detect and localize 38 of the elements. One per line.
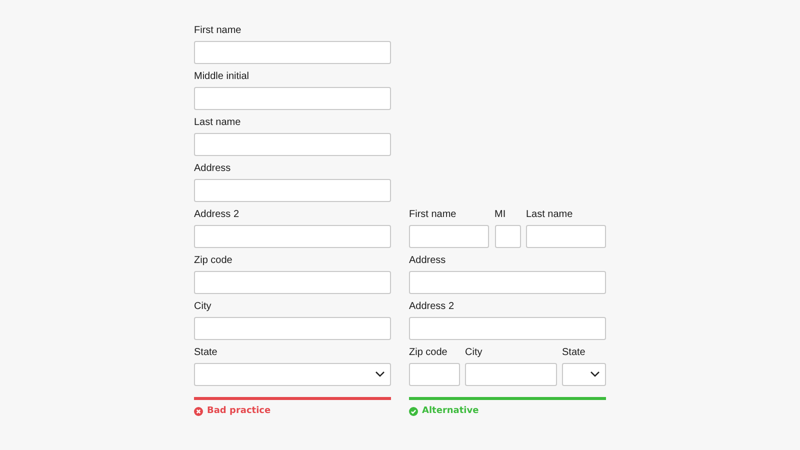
field-label: City <box>194 300 212 314</box>
check-circle-icon <box>409 406 418 416</box>
input-field[interactable] <box>194 178 391 202</box>
field-label: Middle initial <box>194 70 250 84</box>
field-label: First name <box>409 208 458 222</box>
chevron-down-icon <box>375 371 385 377</box>
input-field[interactable] <box>409 316 606 340</box>
field-label: First name <box>194 24 242 38</box>
input-field[interactable] <box>465 362 557 386</box>
field-label: Last name <box>526 208 574 222</box>
field-label: State <box>194 346 218 360</box>
input-field[interactable] <box>194 224 391 248</box>
chevron-down-icon <box>590 371 600 377</box>
field-label: City <box>465 346 484 360</box>
field-label: State <box>562 346 586 360</box>
field-label: Address 2 <box>194 208 240 222</box>
select-field[interactable] <box>194 362 391 386</box>
input-field[interactable] <box>409 362 460 386</box>
field-label: Address <box>409 254 447 268</box>
verdict-label: Bad practice <box>207 404 271 418</box>
field-label: Address 2 <box>409 300 456 314</box>
select-field[interactable] <box>562 362 606 386</box>
input-field[interactable] <box>194 132 391 156</box>
input-field[interactable] <box>409 224 489 248</box>
input-field[interactable] <box>194 316 391 340</box>
verdict-label: Alternative <box>422 404 479 418</box>
input-field[interactable] <box>494 224 520 248</box>
field-label: MI <box>494 208 507 222</box>
x-circle-icon <box>194 406 203 416</box>
input-field[interactable] <box>194 40 391 64</box>
field-label: Last name <box>194 116 242 130</box>
input-field[interactable] <box>194 86 391 110</box>
input-field[interactable] <box>194 270 391 294</box>
field-label: Address <box>194 162 232 176</box>
field-label: Zip code <box>194 254 234 268</box>
input-field[interactable] <box>526 224 606 248</box>
input-field[interactable] <box>409 270 606 294</box>
field-label: Zip code <box>409 346 448 360</box>
